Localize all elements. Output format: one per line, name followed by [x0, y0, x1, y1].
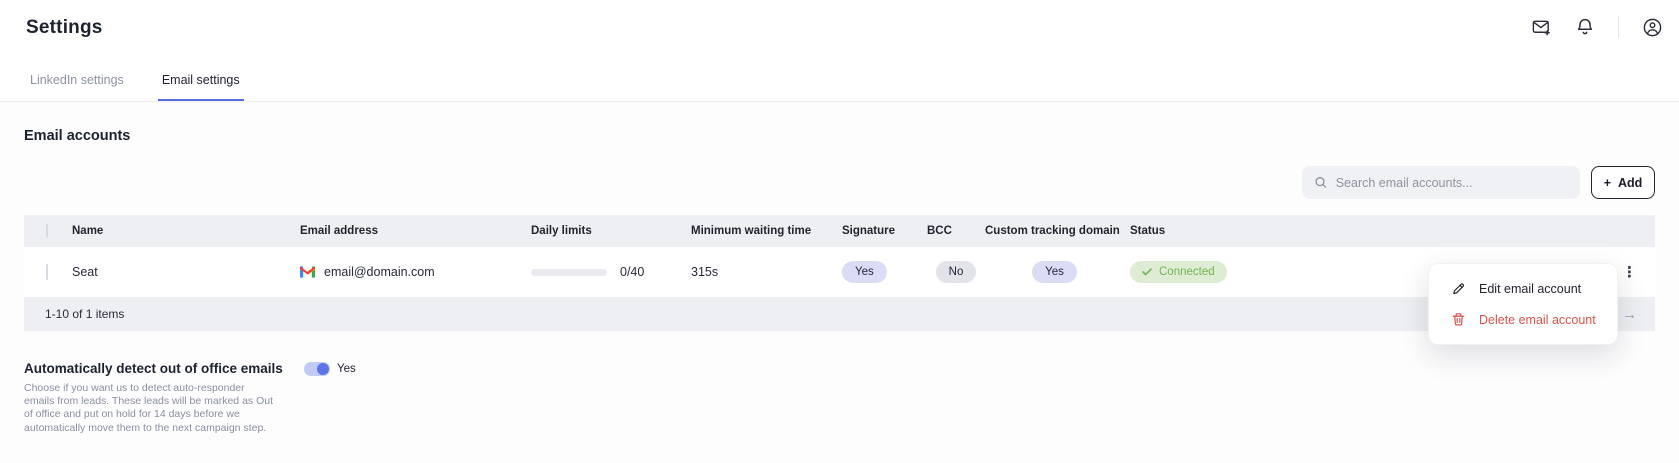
mail-plus-icon[interactable] [1530, 16, 1552, 38]
bell-icon[interactable] [1574, 16, 1596, 38]
table-row: Seat email@domain.com 0/40 315s Yes [24, 247, 1655, 297]
row-daily-limits-cell: 0/40 [531, 265, 691, 279]
column-header-email-address: Email address [300, 225, 531, 237]
email-accounts-toolbar: + Add [24, 166, 1655, 199]
search-box [1302, 166, 1580, 199]
topbar: Settings [0, 0, 1679, 102]
user-profile-icon[interactable] [1641, 16, 1663, 38]
tab-linkedin-settings[interactable]: LinkedIn settings [26, 73, 128, 101]
row-email-address: email@domain.com [324, 265, 435, 279]
row-minimum-waiting-time: 315s [691, 265, 842, 279]
out-of-office-toggle[interactable] [304, 362, 330, 376]
email-accounts-table: Name Email address Daily limits Minimum … [24, 215, 1655, 331]
out-of-office-description: Choose if you want us to detect auto-res… [24, 382, 276, 435]
toggle-knob [317, 363, 329, 375]
row-checkbox[interactable] [46, 264, 48, 280]
custom-tracking-domain-badge: Yes [1032, 261, 1077, 283]
next-page-arrow-icon[interactable]: → [1622, 306, 1637, 323]
check-icon [1142, 268, 1152, 276]
row-checkbox-cell [24, 265, 72, 279]
menu-item-label: Delete email account [1479, 313, 1596, 327]
daily-limit-label: 0/40 [620, 265, 644, 279]
table-footer-row: 1-10 of 1 items → [24, 297, 1655, 331]
out-of-office-title: Automatically detect out of office email… [24, 361, 304, 376]
column-header-signature: Signature [842, 225, 927, 237]
gmail-icon [300, 266, 315, 278]
topbar-icons [1530, 16, 1663, 38]
column-header-daily-limits: Daily limits [531, 225, 691, 237]
row-context-menu: Edit email account Delete email account [1428, 263, 1618, 345]
column-header-status: Status [1124, 225, 1611, 237]
out-of-office-header: Automatically detect out of office email… [24, 361, 1655, 376]
out-of-office-section: Automatically detect out of office email… [24, 361, 1655, 435]
column-header-bcc: BCC [927, 225, 985, 237]
select-all-checkbox[interactable] [46, 224, 48, 238]
add-button-label: Add [1618, 176, 1642, 190]
out-of-office-toggle-label: Yes [337, 363, 356, 375]
search-icon [1314, 175, 1328, 190]
row-email-cell: email@domain.com [300, 265, 531, 279]
menu-item-delete-email-account[interactable]: Delete email account [1429, 304, 1617, 335]
settings-page: Settings [0, 0, 1679, 435]
column-header-custom-tracking-domain: Custom tracking domain [985, 225, 1124, 237]
signature-badge: Yes [842, 261, 887, 283]
search-email-accounts-input[interactable] [1336, 176, 1568, 190]
table-header-row: Name Email address Daily limits Minimum … [24, 215, 1655, 247]
daily-limit-progress-bar [531, 269, 607, 276]
pagination-summary: 1-10 of 1 items [24, 307, 124, 321]
add-email-account-button[interactable]: + Add [1591, 166, 1655, 199]
row-bcc-cell: No [927, 261, 985, 283]
status-badge-label: Connected [1159, 266, 1215, 278]
row-custom-tracking-domain-cell: Yes [985, 261, 1124, 283]
plus-icon: + [1604, 176, 1611, 190]
column-header-name: Name [72, 225, 300, 237]
bcc-badge: No [936, 261, 977, 283]
section-title-email-accounts: Email accounts [24, 128, 1655, 144]
row-name: Seat [72, 265, 300, 279]
edit-icon [1451, 281, 1466, 296]
tab-email-settings[interactable]: Email settings [158, 73, 244, 101]
settings-tabs: LinkedIn settings Email settings [26, 73, 244, 101]
menu-item-label: Edit email account [1479, 282, 1581, 296]
status-badge: Connected [1130, 261, 1227, 283]
header-checkbox-cell [24, 225, 72, 237]
menu-item-edit-email-account[interactable]: Edit email account [1429, 273, 1617, 304]
row-signature-cell: Yes [842, 261, 927, 283]
topbar-divider [1618, 16, 1619, 38]
column-header-minimum-waiting-time: Minimum waiting time [691, 225, 842, 237]
page-title: Settings [26, 17, 103, 39]
trash-icon [1451, 312, 1466, 327]
kebab-menu-icon[interactable]: ⋮ [1622, 265, 1637, 280]
